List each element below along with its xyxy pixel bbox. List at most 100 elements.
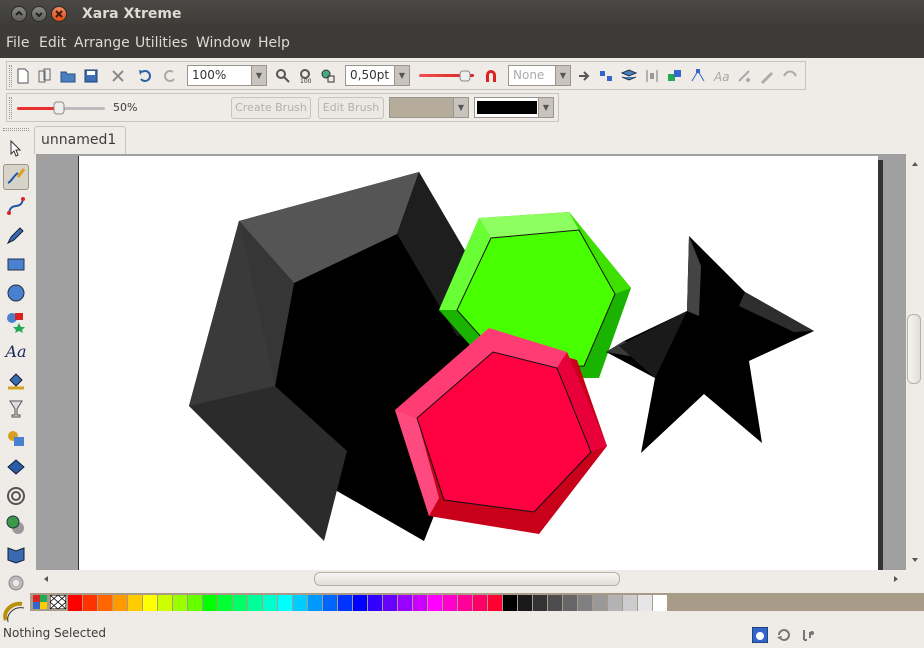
contour-tool-icon[interactable]: [3, 483, 29, 509]
zoom-combo[interactable]: 100% ▼: [187, 65, 267, 86]
slider-thumb-icon[interactable]: [457, 68, 473, 84]
magnet-icon[interactable]: [483, 68, 499, 84]
color-swatch[interactable]: [458, 595, 472, 611]
color-swatch[interactable]: [413, 595, 427, 611]
black-star[interactable]: [606, 236, 814, 453]
document-page[interactable]: [78, 156, 878, 570]
menu-file[interactable]: File: [6, 35, 29, 51]
color-swatch[interactable]: [578, 595, 592, 611]
chevron-down-icon[interactable]: ▼: [538, 98, 553, 117]
color-swatch[interactable]: [623, 595, 637, 611]
pen-disabled-icon[interactable]: [759, 68, 775, 84]
vertical-scrollbar[interactable]: [906, 154, 924, 570]
text-tool-icon[interactable]: Aa: [3, 338, 29, 364]
color-swatch[interactable]: [473, 595, 487, 611]
toolbox-grip[interactable]: [3, 128, 29, 131]
shadow-tool-icon[interactable]: [3, 512, 29, 538]
zoom-fit-icon[interactable]: [320, 68, 336, 84]
toolbar-grip[interactable]: [9, 97, 12, 119]
color-swatch[interactable]: [308, 595, 322, 611]
color-swatch[interactable]: [68, 595, 82, 611]
open-folder-icon[interactable]: [60, 68, 76, 84]
vertical-scroll-thumb[interactable]: [907, 314, 921, 384]
brush-color-combo[interactable]: ▼: [474, 97, 554, 118]
blend-tool-icon[interactable]: [3, 425, 29, 451]
color-swatch[interactable]: [488, 595, 502, 611]
color-swatch[interactable]: [173, 595, 187, 611]
drawing-canvas[interactable]: [36, 154, 906, 570]
color-swatch[interactable]: [83, 595, 97, 611]
color-swatch[interactable]: [203, 595, 217, 611]
rectangle-tool-icon[interactable]: [3, 251, 29, 277]
quickshape-tool-icon[interactable]: [3, 309, 29, 335]
scroll-right-icon[interactable]: [888, 571, 904, 587]
undo-icon[interactable]: [137, 68, 153, 84]
color-editor-icon[interactable]: [33, 595, 47, 609]
shape-editor-tool-icon[interactable]: [3, 193, 29, 219]
color-swatch[interactable]: [353, 595, 367, 611]
new-from-template-icon[interactable]: [37, 68, 53, 84]
node-edit-icon[interactable]: [690, 68, 706, 84]
refresh-icon[interactable]: [776, 627, 792, 643]
color-swatch[interactable]: [338, 595, 352, 611]
color-swatch[interactable]: [263, 595, 277, 611]
mould-tool-icon[interactable]: [3, 454, 29, 480]
export-arrow-icon[interactable]: [577, 68, 593, 84]
scroll-up-icon[interactable]: [907, 156, 923, 172]
menu-utilities[interactable]: Utilities: [135, 35, 188, 51]
edit-brush-button[interactable]: Edit Brush: [318, 97, 384, 119]
color-swatch[interactable]: [428, 595, 442, 611]
ellipse-tool-icon[interactable]: [3, 280, 29, 306]
color-swatch[interactable]: [548, 595, 562, 611]
zoom-100-icon[interactable]: 100: [298, 68, 314, 84]
menu-arrange[interactable]: Arrange: [74, 35, 130, 51]
horizontal-scrollbar[interactable]: [36, 570, 906, 588]
distribute-icon[interactable]: [644, 68, 660, 84]
drawing-artwork[interactable]: [79, 156, 879, 570]
close-icon[interactable]: [51, 6, 67, 22]
scroll-down-icon[interactable]: [907, 552, 923, 568]
color-swatch[interactable]: [398, 595, 412, 611]
color-swatch[interactable]: [503, 595, 517, 611]
combine-icon[interactable]: [667, 68, 683, 84]
chevron-down-icon[interactable]: ▼: [453, 98, 468, 117]
arrowhead-combo[interactable]: None ▼: [508, 65, 571, 86]
redo-icon[interactable]: [162, 68, 178, 84]
snap-icon[interactable]: [752, 627, 768, 643]
menu-window[interactable]: Window: [196, 35, 251, 51]
color-swatch[interactable]: [278, 595, 292, 611]
chevron-down-icon[interactable]: ▼: [394, 66, 409, 85]
layers-icon[interactable]: [621, 68, 637, 84]
color-swatch[interactable]: [248, 595, 262, 611]
menu-edit[interactable]: Edit: [39, 35, 66, 51]
color-swatch[interactable]: [368, 595, 382, 611]
align-icon[interactable]: [598, 68, 614, 84]
pen-tool-icon[interactable]: [3, 222, 29, 248]
text-tool-disabled-icon[interactable]: Aa: [713, 68, 729, 84]
color-swatch[interactable]: [188, 595, 202, 611]
line-width-combo[interactable]: 0,50pt ▼: [345, 65, 410, 86]
color-swatch[interactable]: [158, 595, 172, 611]
color-swatch[interactable]: [533, 595, 547, 611]
color-swatch[interactable]: [143, 595, 157, 611]
color-swatch[interactable]: [113, 595, 127, 611]
tab-unnamed1[interactable]: unnamed1 *: [34, 126, 126, 174]
zoom-tool-icon[interactable]: [275, 68, 291, 84]
color-swatch[interactable]: [128, 595, 142, 611]
color-swatch[interactable]: [98, 595, 112, 611]
selector-tool-icon[interactable]: [3, 135, 29, 161]
fill-tool-icon[interactable]: [3, 367, 29, 393]
toolbar-grip[interactable]: [9, 65, 12, 87]
effect-disabled-icon[interactable]: [736, 68, 752, 84]
color-swatch[interactable]: [323, 595, 337, 611]
create-brush-button[interactable]: Create Brush: [231, 97, 311, 119]
transparency-tool-icon[interactable]: [3, 396, 29, 422]
horizontal-scroll-thumb[interactable]: [314, 572, 620, 586]
color-swatch[interactable]: [593, 595, 607, 611]
contour-disabled-icon[interactable]: [782, 68, 798, 84]
minimize-icon[interactable]: [11, 6, 27, 22]
slider-thumb-icon[interactable]: [51, 100, 67, 116]
chevron-down-icon[interactable]: ▼: [251, 66, 266, 85]
no-color-swatch-icon[interactable]: [50, 595, 66, 609]
maximize-icon[interactable]: [31, 6, 47, 22]
